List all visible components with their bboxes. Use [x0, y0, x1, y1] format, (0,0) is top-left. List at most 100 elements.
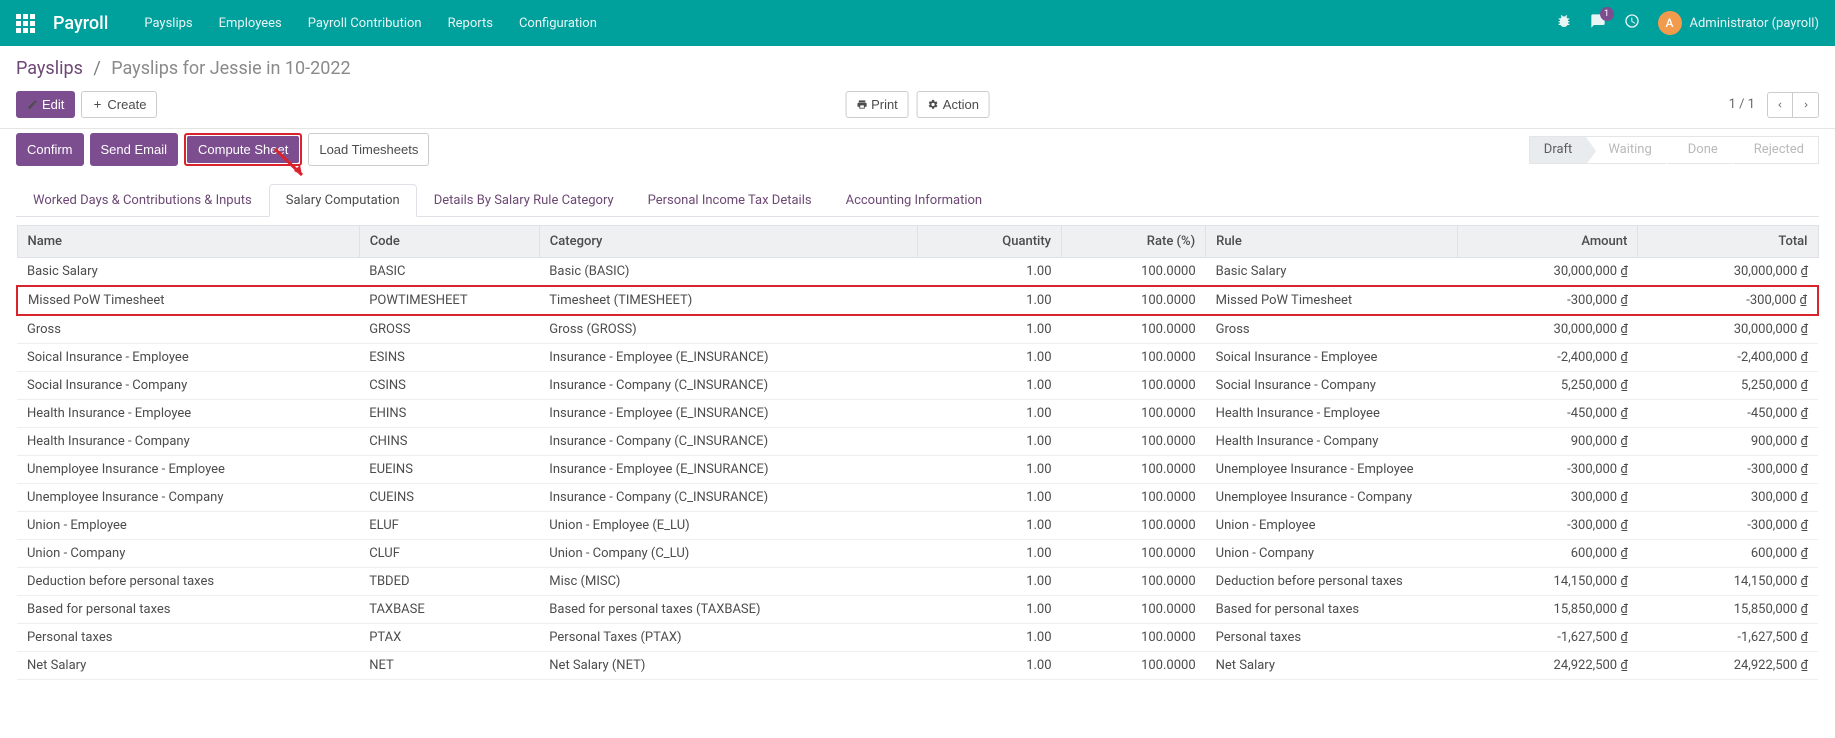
table-row[interactable]: Unemployee Insurance - CompanyCUEINSInsu…	[17, 484, 1818, 512]
confirm-button[interactable]: Confirm	[16, 133, 84, 166]
status-draft[interactable]: Draft	[1529, 136, 1587, 164]
apps-icon[interactable]	[16, 14, 35, 33]
cell-category: Insurance - Company (C_INSURANCE)	[539, 484, 917, 512]
chat-icon[interactable]: 1	[1590, 13, 1606, 33]
table-row[interactable]: Basic SalaryBASICBasic (BASIC)1.00100.00…	[17, 258, 1818, 287]
cell-category: Gross (GROSS)	[539, 315, 917, 344]
tab-worked-days[interactable]: Worked Days & Contributions & Inputs	[16, 184, 269, 217]
table-row[interactable]: Soical Insurance - EmployeeESINSInsuranc…	[17, 344, 1818, 372]
cell-qty: 1.00	[917, 512, 1061, 540]
cell-amount: 300,000 ₫	[1458, 484, 1638, 512]
cell-qty: 1.00	[917, 286, 1061, 315]
th-code[interactable]: Code	[359, 226, 539, 258]
cell-name: Union - Company	[17, 540, 359, 568]
cell-name: Gross	[17, 315, 359, 344]
topbar-nav: Payslips Employees Payroll Contribution …	[144, 16, 597, 31]
cell-amount: 900,000 ₫	[1458, 428, 1638, 456]
table-row[interactable]: Unemployee Insurance - EmployeeEUEINSIns…	[17, 456, 1818, 484]
create-button[interactable]: Create	[81, 91, 157, 118]
cell-total: 300,000 ₫	[1638, 484, 1818, 512]
cell-total: -300,000 ₫	[1638, 512, 1818, 540]
cell-rule: Based for personal taxes	[1206, 596, 1458, 624]
cell-category: Insurance - Employee (E_INSURANCE)	[539, 344, 917, 372]
th-amount[interactable]: Amount	[1458, 226, 1638, 258]
th-name[interactable]: Name	[17, 226, 359, 258]
action-button[interactable]: Action	[917, 91, 990, 118]
cell-rate: 100.0000	[1062, 286, 1206, 315]
nav-payroll-contribution[interactable]: Payroll Contribution	[308, 16, 422, 31]
pager-next[interactable]	[1793, 92, 1819, 118]
cell-category: Insurance - Company (C_INSURANCE)	[539, 428, 917, 456]
clock-icon[interactable]	[1624, 13, 1640, 33]
chat-badge: 1	[1600, 7, 1614, 21]
cell-code: ELUF	[359, 512, 539, 540]
cell-total: 900,000 ₫	[1638, 428, 1818, 456]
cell-total: -300,000 ₫	[1638, 456, 1818, 484]
nav-configuration[interactable]: Configuration	[519, 16, 597, 31]
cell-amount: 14,150,000 ₫	[1458, 568, 1638, 596]
cell-category: Insurance - Employee (E_INSURANCE)	[539, 456, 917, 484]
cell-rate: 100.0000	[1062, 315, 1206, 344]
create-label: Create	[107, 97, 146, 112]
th-rate[interactable]: Rate (%)	[1062, 226, 1206, 258]
cell-amount: 600,000 ₫	[1458, 540, 1638, 568]
cell-code: CLUF	[359, 540, 539, 568]
nav-payslips[interactable]: Payslips	[144, 16, 192, 31]
breadcrumb-root[interactable]: Payslips	[16, 58, 83, 79]
cell-total: -1,627,500 ₫	[1638, 624, 1818, 652]
cell-rule: Union - Employee	[1206, 512, 1458, 540]
table-row[interactable]: Personal taxesPTAXPersonal Taxes (PTAX)1…	[17, 624, 1818, 652]
cell-qty: 1.00	[917, 456, 1061, 484]
load-timesheets-button[interactable]: Load Timesheets	[308, 133, 429, 166]
print-button[interactable]: Print	[845, 91, 909, 118]
status-rejected[interactable]: Rejected	[1732, 136, 1819, 164]
breadcrumb-current: Payslips for Jessie in 10-2022	[111, 58, 350, 79]
cell-amount: -300,000 ₫	[1458, 286, 1638, 315]
cell-qty: 1.00	[917, 258, 1061, 287]
bug-icon[interactable]	[1556, 13, 1572, 33]
cell-name: Health Insurance - Employee	[17, 400, 359, 428]
cell-rule: Basic Salary	[1206, 258, 1458, 287]
cell-code: GROSS	[359, 315, 539, 344]
cell-qty: 1.00	[917, 400, 1061, 428]
cell-rule: Health Insurance - Company	[1206, 428, 1458, 456]
nav-reports[interactable]: Reports	[448, 16, 493, 31]
th-quantity[interactable]: Quantity	[917, 226, 1061, 258]
th-total[interactable]: Total	[1638, 226, 1818, 258]
th-category[interactable]: Category	[539, 226, 917, 258]
send-email-button[interactable]: Send Email	[90, 133, 178, 166]
cell-category: Union - Employee (E_LU)	[539, 512, 917, 540]
cell-category: Basic (BASIC)	[539, 258, 917, 287]
table-row[interactable]: Union - CompanyCLUFUnion - Company (C_LU…	[17, 540, 1818, 568]
cell-rule: Gross	[1206, 315, 1458, 344]
table-row[interactable]: Deduction before personal taxesTBDEDMisc…	[17, 568, 1818, 596]
cell-qty: 1.00	[917, 428, 1061, 456]
edit-label: Edit	[42, 97, 64, 112]
table-row[interactable]: Health Insurance - CompanyCHINSInsurance…	[17, 428, 1818, 456]
nav-employees[interactable]: Employees	[219, 16, 282, 31]
pager-prev[interactable]	[1767, 92, 1793, 118]
table-row[interactable]: Net SalaryNETNet Salary (NET)1.00100.000…	[17, 652, 1818, 680]
table-row[interactable]: GrossGROSSGross (GROSS)1.00100.0000Gross…	[17, 315, 1818, 344]
table-row[interactable]: Missed PoW TimesheetPOWTIMESHEETTimeshee…	[17, 286, 1818, 315]
tab-salary-computation[interactable]: Salary Computation	[269, 184, 417, 217]
cell-code: TBDED	[359, 568, 539, 596]
edit-button[interactable]: Edit	[16, 91, 75, 118]
cell-qty: 1.00	[917, 484, 1061, 512]
tab-details-by-category[interactable]: Details By Salary Rule Category	[417, 184, 631, 217]
table-row[interactable]: Health Insurance - EmployeeEHINSInsuranc…	[17, 400, 1818, 428]
th-rule[interactable]: Rule	[1206, 226, 1458, 258]
table-row[interactable]: Union - Employee ELUFUnion - Employee (E_…	[17, 512, 1818, 540]
cell-code: CSINS	[359, 372, 539, 400]
user-menu[interactable]: A Administrator (payroll)	[1658, 11, 1820, 35]
tab-personal-income-tax[interactable]: Personal Income Tax Details	[631, 184, 829, 217]
tab-accounting-info[interactable]: Accounting Information	[829, 184, 1000, 217]
cell-total: -2,400,000 ₫	[1638, 344, 1818, 372]
cell-category: Misc (MISC)	[539, 568, 917, 596]
cell-name: Net Salary	[17, 652, 359, 680]
avatar: A	[1658, 11, 1682, 35]
table-row[interactable]: Based for personal taxesTAXBASEBased for…	[17, 596, 1818, 624]
cell-code: EUEINS	[359, 456, 539, 484]
table-row[interactable]: Social Insurance - CompanyCSINSInsurance…	[17, 372, 1818, 400]
status-waiting[interactable]: Waiting	[1586, 136, 1665, 164]
